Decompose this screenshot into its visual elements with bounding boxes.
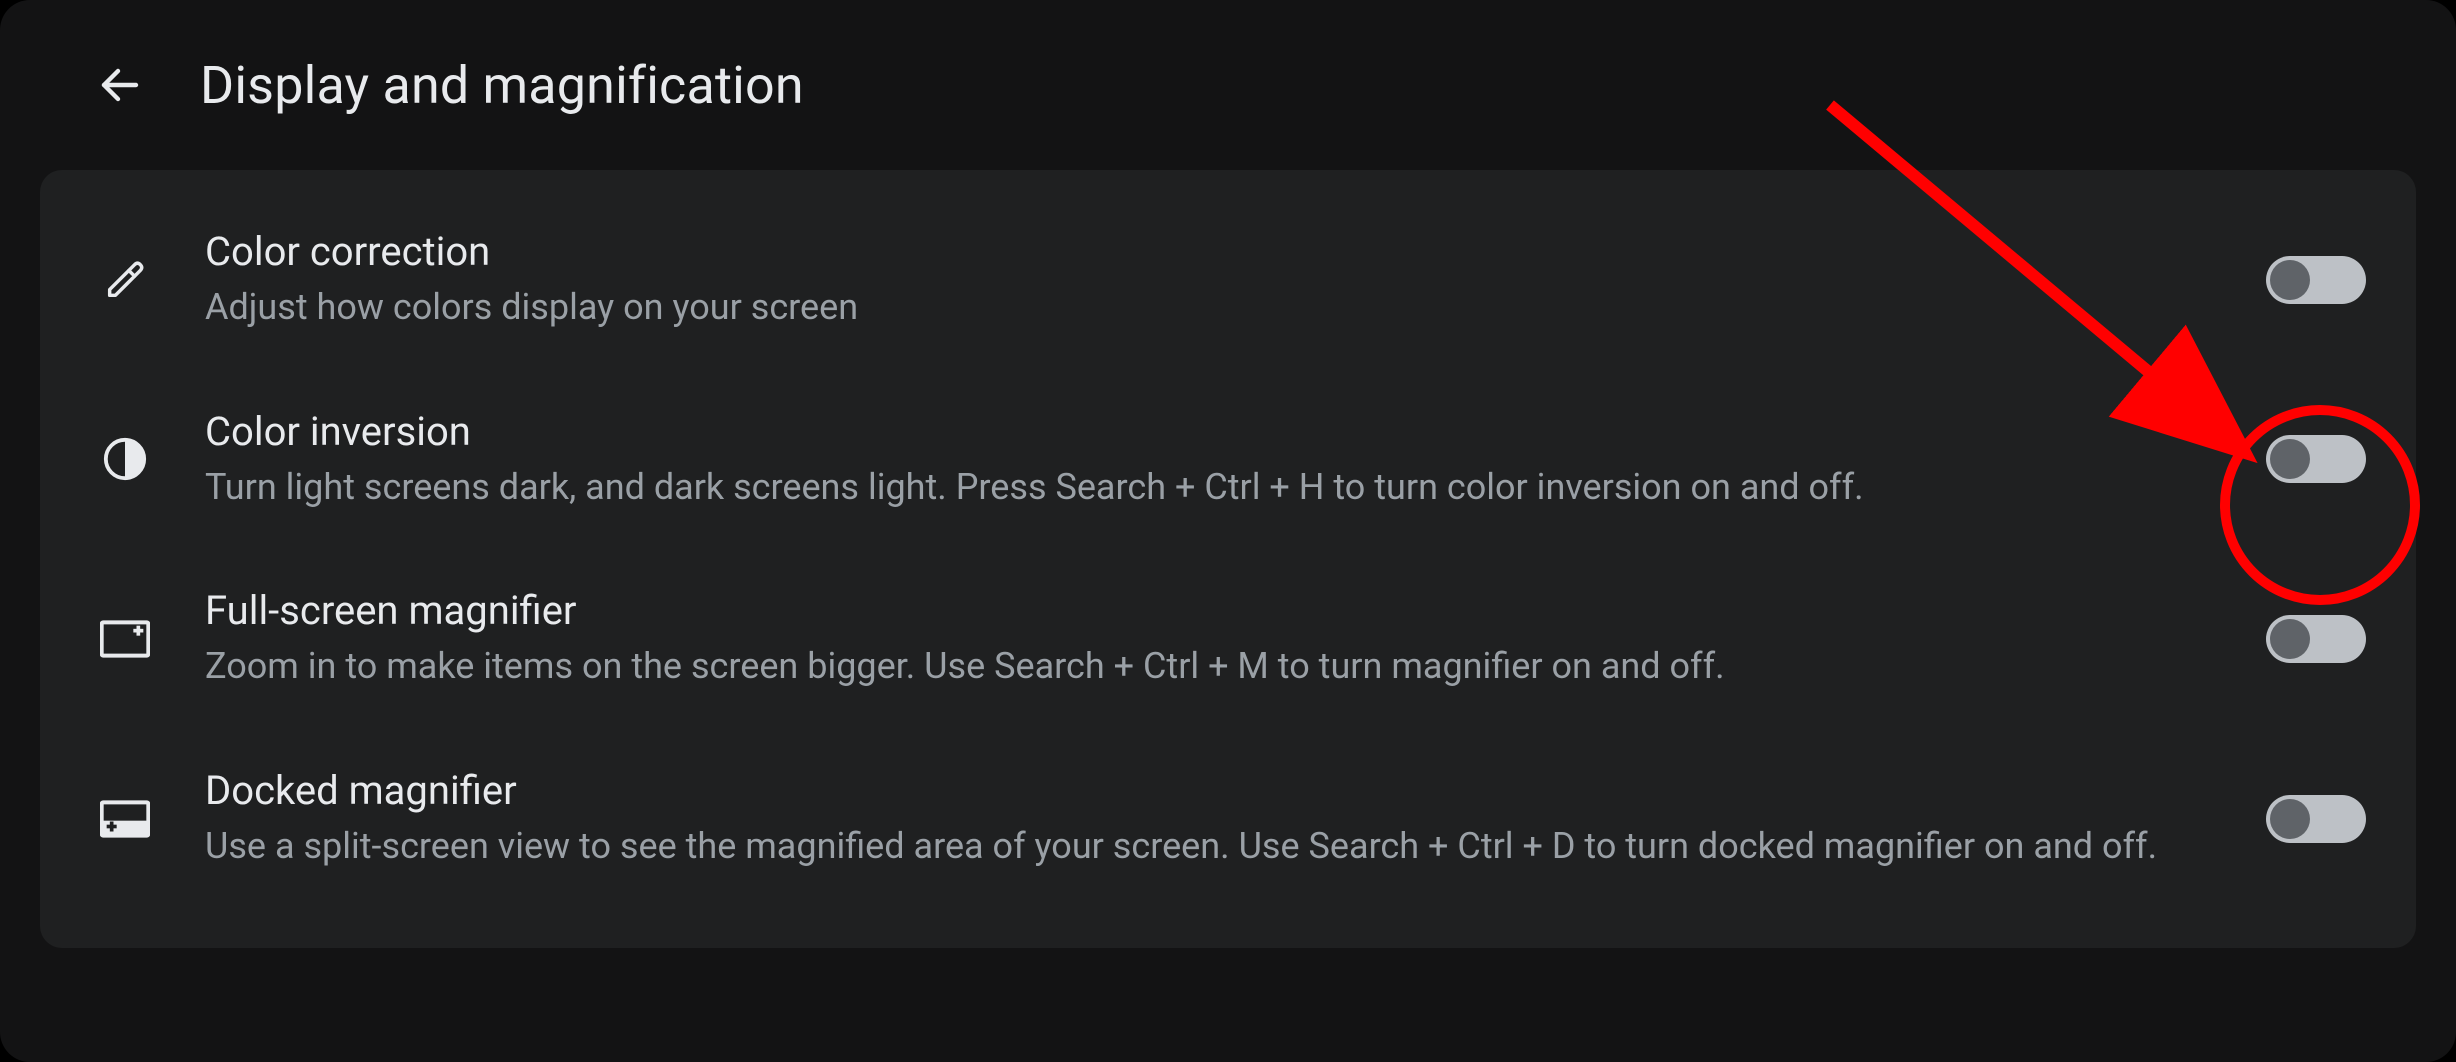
row-text: Color inversion Turn light screens dark,… [205, 408, 2216, 512]
toggle-color-correction[interactable] [2266, 256, 2366, 304]
row-color-correction[interactable]: Color correction Adjust how colors displ… [40, 190, 2416, 370]
row-desc: Adjust how colors display on your screen [205, 283, 2176, 332]
row-text: Docked magnifier Use a split-screen view… [205, 767, 2216, 871]
toggle-knob [2270, 260, 2310, 300]
row-desc: Turn light screens dark, and dark screen… [205, 463, 2176, 512]
row-docked-magnifier[interactable]: Docked magnifier Use a split-screen view… [40, 729, 2416, 909]
back-button[interactable] [90, 55, 150, 115]
row-title: Color inversion [205, 408, 2176, 455]
page-title: Display and magnification [200, 55, 804, 116]
contrast-icon [95, 429, 155, 489]
toggle-knob [2270, 439, 2310, 479]
header-bar: Display and magnification [0, 0, 2456, 170]
toggle-docked-magnifier[interactable] [2266, 795, 2366, 843]
toggle-knob [2270, 799, 2310, 839]
row-title: Docked magnifier [205, 767, 2176, 814]
row-color-inversion[interactable]: Color inversion Turn light screens dark,… [40, 370, 2416, 550]
settings-panel: Color correction Adjust how colors displ… [40, 170, 2416, 948]
eyedropper-icon [95, 250, 155, 310]
docked-magnifier-icon [95, 789, 155, 849]
row-text: Color correction Adjust how colors displ… [205, 228, 2216, 332]
arrow-left-icon [96, 61, 144, 109]
row-desc: Zoom in to make items on the screen bigg… [205, 642, 2176, 691]
fullscreen-magnifier-icon [95, 609, 155, 669]
toggle-fullscreen-magnifier[interactable] [2266, 615, 2366, 663]
row-text: Full-screen magnifier Zoom in to make it… [205, 587, 2216, 691]
toggle-knob [2270, 619, 2310, 659]
row-title: Full-screen magnifier [205, 587, 2176, 634]
row-fullscreen-magnifier[interactable]: Full-screen magnifier Zoom in to make it… [40, 549, 2416, 729]
row-desc: Use a split-screen view to see the magni… [205, 822, 2176, 871]
row-title: Color correction [205, 228, 2176, 275]
toggle-color-inversion[interactable] [2266, 435, 2366, 483]
